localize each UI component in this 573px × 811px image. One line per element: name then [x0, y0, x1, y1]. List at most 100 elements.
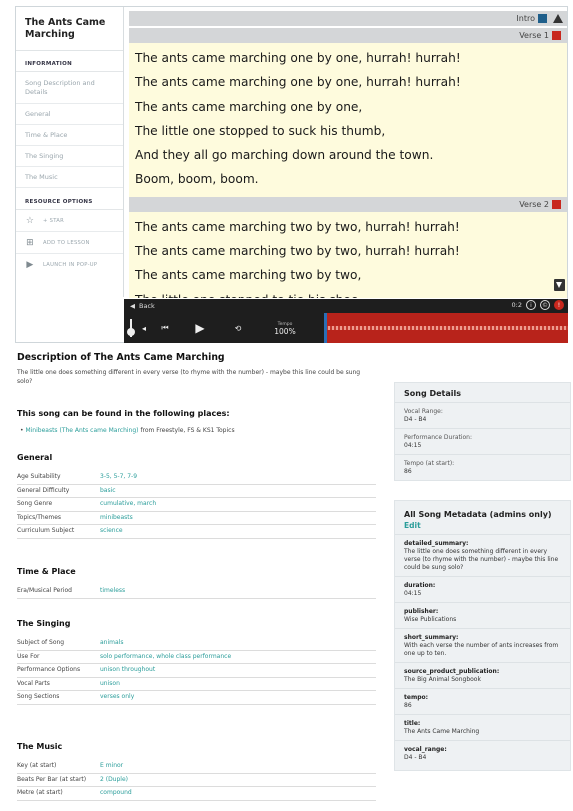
row-value-link[interactable]: basic	[100, 484, 376, 498]
detail-row: Vocal Range: D4 - B4	[395, 403, 570, 429]
description-text: The little one does something different …	[17, 369, 361, 385]
description-heading: Description of The Ants Came Marching	[17, 352, 225, 363]
row-key: Use For	[17, 650, 100, 664]
volume-slider[interactable]	[124, 313, 138, 343]
metadata-row: vocal_range: D4 - B4	[395, 741, 570, 770]
intro-header[interactable]: Intro	[129, 11, 567, 26]
add-to-lesson-label: ADD TO LESSON	[43, 239, 90, 246]
table-row: Era/Musical Period timeless	[17, 585, 376, 599]
sidebar-item-general[interactable]: General	[16, 104, 123, 125]
table-row: Song Sections verses only	[17, 690, 376, 705]
minibeasts-link[interactable]: Minibeasts	[25, 427, 57, 434]
metadata-row: detailed_summary: The little one does so…	[395, 535, 570, 577]
metadata-key: tempo:	[404, 694, 429, 701]
found-in-heading: This song can be found in the following …	[17, 409, 230, 418]
row-key: Vocal Parts	[17, 677, 100, 691]
singing-heading: The Singing	[17, 619, 71, 628]
metadata-value: The little one does something different …	[404, 548, 559, 571]
table-row: Vocal Parts unison	[17, 677, 376, 691]
intro-marker-icon	[538, 14, 547, 23]
detail-key: Vocal Range:	[404, 408, 443, 415]
found-in-suffix: from Freestyle, FS & KS1 Topics	[140, 427, 235, 434]
row-value-link[interactable]: unison	[100, 677, 376, 691]
playhead[interactable]	[324, 313, 327, 343]
add-to-lesson-button[interactable]: ⊞ ADD TO LESSON	[16, 232, 123, 254]
music-table: Key (at start) E minor Beats Per Bar (at …	[17, 760, 376, 801]
play-button[interactable]: ▶	[180, 321, 220, 335]
tempo-value: 100%	[274, 327, 296, 336]
row-value-link[interactable]: unison throughout	[100, 663, 376, 678]
sidebar-item-singing[interactable]: The Singing	[16, 146, 123, 167]
row-key: General Difficulty	[17, 484, 100, 498]
sidebar-item-description[interactable]: Song Description and Details	[16, 72, 123, 104]
alert-icon[interactable]: !	[554, 300, 564, 310]
row-key: Performance Options	[17, 663, 100, 678]
verse-1-header[interactable]: Verse 1	[129, 28, 567, 43]
detail-row: Performance Duration: 04:15	[395, 429, 570, 455]
sidebar-item-music[interactable]: The Music	[16, 167, 123, 188]
metadata-value: 04:15	[404, 590, 422, 597]
launch-popup-label: LAUNCH IN POP-UP	[43, 262, 98, 268]
lyric-line: The ants came marching two by two, hurra…	[135, 244, 460, 259]
row-key: Subject of Song	[17, 637, 100, 651]
play-icon: ▶	[26, 260, 34, 270]
speaker-icon[interactable]: ◂	[138, 324, 150, 333]
lyric-line: The ants came marching one by one, hurra…	[135, 51, 461, 65]
metadata-key: detailed_summary:	[404, 540, 469, 547]
metadata-value: The Big Animal Songbook	[404, 676, 481, 683]
info-icon[interactable]: i	[526, 300, 536, 310]
row-key: Song Sections	[17, 690, 100, 705]
sidebar-item-time-place[interactable]: Time & Place	[16, 125, 123, 146]
scroll-up-icon[interactable]	[553, 14, 563, 23]
metadata-row: source_product_publication: The Big Anim…	[395, 663, 570, 689]
edit-link[interactable]: Edit	[395, 521, 570, 535]
verse-2-header[interactable]: Verse 2	[129, 196, 567, 212]
row-value-link[interactable]: animals	[100, 637, 376, 651]
table-row: Metre (at start) compound	[17, 786, 376, 801]
launch-popup-button[interactable]: ▶ LAUNCH IN POP-UP	[16, 254, 123, 276]
row-value-link[interactable]: science	[100, 524, 376, 539]
skip-back-button[interactable]: ⏮	[150, 323, 180, 333]
row-value-link[interactable]: timeless	[100, 585, 376, 599]
row-key: Metre (at start)	[17, 786, 100, 801]
metadata-panel: All Song Metadata (admins only) Edit det…	[394, 500, 571, 771]
back-arrow-icon: ◀	[130, 302, 135, 310]
star-button[interactable]: ☆ + STAR	[16, 210, 123, 232]
ants-came-marching-link[interactable]: (The Ants came Marching)	[59, 427, 138, 434]
general-table: Age Suitability 3-5, 5-7, 7-9 General Dif…	[17, 471, 376, 539]
row-value-link[interactable]: verses only	[100, 690, 376, 705]
row-value-link[interactable]: minibeasts	[100, 511, 376, 525]
detail-value: 04:15	[404, 442, 422, 449]
information-heading: INFORMATION	[16, 51, 123, 72]
star-icon: ☆	[25, 215, 35, 226]
back-button[interactable]: ◀ Back	[124, 299, 568, 313]
row-value-link[interactable]: 2 (Duple)	[100, 773, 376, 787]
table-row: Subject of Song animals	[17, 637, 376, 651]
scroll-down-button[interactable]	[554, 279, 565, 291]
table-row: Performance Options unison throughout	[17, 663, 376, 678]
lyric-line: Boom, boom, boom.	[135, 172, 259, 187]
tempo-control[interactable]: Tempo 100%	[256, 321, 314, 335]
metadata-value: Wise Publications	[404, 616, 457, 623]
row-value-link[interactable]: E minor	[100, 760, 376, 774]
detail-row: Tempo (at start): 86	[395, 455, 570, 480]
row-value-link[interactable]: solo performance, whole class performanc…	[100, 650, 376, 664]
verse-marker-icon	[552, 31, 561, 40]
row-key: Age Suitability	[17, 471, 100, 485]
intro-label: Intro	[516, 14, 535, 23]
verse-marker-icon	[552, 199, 561, 209]
lyrics-panel[interactable]: Intro Verse 1 The ants came marching one…	[129, 11, 567, 298]
table-row: Key (at start) E minor	[17, 760, 376, 774]
row-value-link[interactable]: cumulative, march	[100, 497, 376, 512]
row-value-link[interactable]: 3-5, 5-7, 7-9	[100, 471, 376, 485]
resource-sidebar: The Ants Came Marching INFORMATION Song …	[16, 7, 124, 297]
table-row: Song Genre cumulative, march	[17, 497, 376, 512]
loop-button[interactable]: ⟲	[220, 324, 256, 333]
row-value-link[interactable]: compound	[100, 786, 376, 801]
lyric-line: The ants came marching one by one, hurra…	[135, 75, 461, 90]
verse-1-lyrics: The ants came marching one by one, hurra…	[129, 43, 567, 197]
settings-icon[interactable]: ©	[540, 300, 550, 310]
lyric-line: The ants came marching one by one,	[135, 99, 363, 114]
lyric-line: The ants came marching two by two, hurra…	[135, 219, 460, 234]
waveform-track[interactable]	[324, 313, 568, 343]
